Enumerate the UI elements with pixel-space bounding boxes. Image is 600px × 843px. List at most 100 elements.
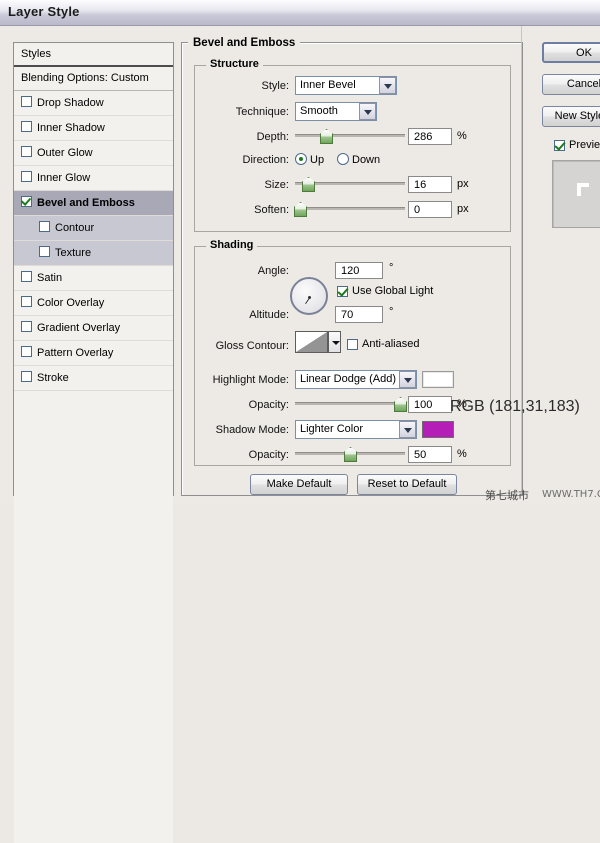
effect-checkbox-inner-glow[interactable] [21, 171, 32, 182]
effect-row-drop-shadow[interactable]: Drop Shadow [14, 91, 173, 116]
shadow-opacity-unit: % [457, 448, 467, 460]
effect-label: Texture [55, 247, 91, 259]
effect-checkbox-drop-shadow[interactable] [21, 96, 32, 107]
size-slider[interactable] [295, 177, 405, 190]
effect-checkbox-gradient-overlay[interactable] [21, 321, 32, 332]
soften-slider[interactable] [295, 202, 405, 215]
angle-dial-center-dot [308, 296, 311, 299]
gloss-contour-preview[interactable] [295, 331, 328, 353]
highlight-color-swatch[interactable] [422, 371, 454, 388]
ok-button[interactable]: OK [542, 42, 600, 63]
angle-label: Angle: [202, 265, 289, 277]
shadow-opacity-slider[interactable] [295, 447, 405, 460]
preview-checkbox[interactable] [554, 140, 565, 151]
soften-slider-thumb[interactable] [294, 202, 307, 217]
effect-checkbox-inner-shadow[interactable] [21, 121, 32, 132]
highlight-mode-value: Linear Dodge (Add) [300, 373, 396, 385]
style-select[interactable]: Inner Bevel [295, 76, 397, 95]
shadow-opacity-input[interactable]: 50 [408, 446, 452, 463]
effect-checkbox-texture[interactable] [39, 246, 50, 257]
depth-slider[interactable] [295, 129, 405, 142]
highlight-opacity-value: 100 [414, 399, 432, 411]
effect-row-gradient-overlay[interactable]: Gradient Overlay [14, 316, 173, 341]
soften-slider-track [295, 207, 405, 210]
size-value: 16 [414, 179, 426, 191]
styles-list-empty-area [14, 391, 173, 843]
highlight-opacity-slider[interactable] [295, 397, 405, 410]
effect-row-color-overlay[interactable]: Color Overlay [14, 291, 173, 316]
direction-up-label[interactable]: Up [310, 154, 324, 166]
angle-unit: ° [389, 262, 393, 274]
highlight-opacity-slider-track [295, 402, 405, 405]
gloss-contour-dropdown-arrow[interactable] [328, 331, 341, 353]
angle-input[interactable]: 120 [335, 262, 383, 279]
effect-row-texture[interactable]: Texture [14, 241, 173, 266]
altitude-input[interactable]: 70 [335, 306, 383, 323]
angle-dial[interactable] [290, 277, 328, 315]
chevron-down-icon[interactable] [399, 371, 416, 388]
styles-list-panel: Styles Blending Options: Custom Drop Sha… [13, 42, 174, 496]
layer-style-dialog: Layer Style Styles Blending Options: Cus… [0, 0, 600, 505]
highlight-mode-select[interactable]: Linear Dodge (Add) [295, 370, 417, 389]
altitude-value: 70 [341, 309, 353, 321]
watermark-url: WWW.TH7.CN [542, 489, 600, 500]
effect-checkbox-outer-glow[interactable] [21, 146, 32, 157]
effect-row-pattern-overlay[interactable]: Pattern Overlay [14, 341, 173, 366]
effect-label: Gradient Overlay [37, 322, 120, 334]
style-preview-thumbnail [552, 160, 600, 228]
effect-row-inner-glow[interactable]: Inner Glow [14, 166, 173, 191]
size-slider-thumb[interactable] [302, 177, 315, 192]
anti-aliased-checkbox[interactable] [347, 339, 358, 350]
use-global-light-checkbox[interactable] [337, 286, 348, 297]
highlight-opacity-input[interactable]: 100 [408, 396, 452, 413]
anti-aliased-label[interactable]: Anti-aliased [362, 338, 419, 350]
soften-label: Soften: [196, 204, 289, 216]
effect-label: Inner Glow [37, 172, 90, 184]
styles-header[interactable]: Styles [14, 43, 173, 67]
effect-row-contour[interactable]: Contour [14, 216, 173, 241]
watermark-chinese: 第七城市 [485, 487, 529, 503]
direction-down-label[interactable]: Down [352, 154, 380, 166]
direction-radio-up[interactable] [295, 153, 307, 165]
effect-checkbox-contour[interactable] [39, 221, 50, 232]
effect-row-inner-shadow[interactable]: Inner Shadow [14, 116, 173, 141]
effect-checkbox-stroke[interactable] [21, 371, 32, 382]
highlight-opacity-label: Opacity: [202, 399, 289, 411]
new-style-button[interactable]: New Style... [542, 106, 600, 127]
effect-row-bevel-and-emboss[interactable]: Bevel and Emboss [14, 191, 173, 216]
depth-slider-thumb[interactable] [320, 129, 333, 144]
effect-checkbox-pattern-overlay[interactable] [21, 346, 32, 357]
gloss-contour-label: Gloss Contour: [184, 340, 289, 352]
shadow-color-swatch[interactable] [422, 421, 454, 438]
effect-label: Bevel and Emboss [37, 197, 135, 209]
effect-checkbox-color-overlay[interactable] [21, 296, 32, 307]
direction-label: Direction: [192, 154, 289, 166]
effect-checkbox-satin[interactable] [21, 271, 32, 282]
technique-select-value: Smooth [300, 105, 338, 117]
effect-row-outer-glow[interactable]: Outer Glow [14, 141, 173, 166]
window-title: Layer Style [8, 4, 80, 19]
preview-label[interactable]: Preview [569, 139, 600, 151]
depth-value: 286 [414, 131, 432, 143]
effect-row-stroke[interactable]: Stroke [14, 366, 173, 391]
shadow-opacity-value: 50 [414, 449, 426, 461]
depth-input[interactable]: 286 [408, 128, 452, 145]
chevron-down-icon[interactable] [379, 77, 396, 94]
shadow-mode-select[interactable]: Lighter Color [295, 420, 417, 439]
soften-unit: px [457, 203, 469, 215]
chevron-down-icon[interactable] [399, 421, 416, 438]
use-global-light-label[interactable]: Use Global Light [352, 285, 433, 297]
size-input[interactable]: 16 [408, 176, 452, 193]
chevron-down-icon[interactable] [359, 103, 376, 120]
size-label: Size: [202, 179, 289, 191]
soften-input[interactable]: 0 [408, 201, 452, 218]
technique-select[interactable]: Smooth [295, 102, 377, 121]
shadow-opacity-slider-thumb[interactable] [344, 447, 357, 462]
direction-radio-down[interactable] [337, 153, 349, 165]
cancel-button[interactable]: Cancel [542, 74, 600, 95]
effect-label: Pattern Overlay [37, 347, 113, 359]
effect-label: Outer Glow [37, 147, 93, 159]
effect-row-satin[interactable]: Satin [14, 266, 173, 291]
blending-options-row[interactable]: Blending Options: Custom [14, 67, 173, 91]
effect-checkbox-bevel-and-emboss[interactable] [21, 196, 32, 207]
